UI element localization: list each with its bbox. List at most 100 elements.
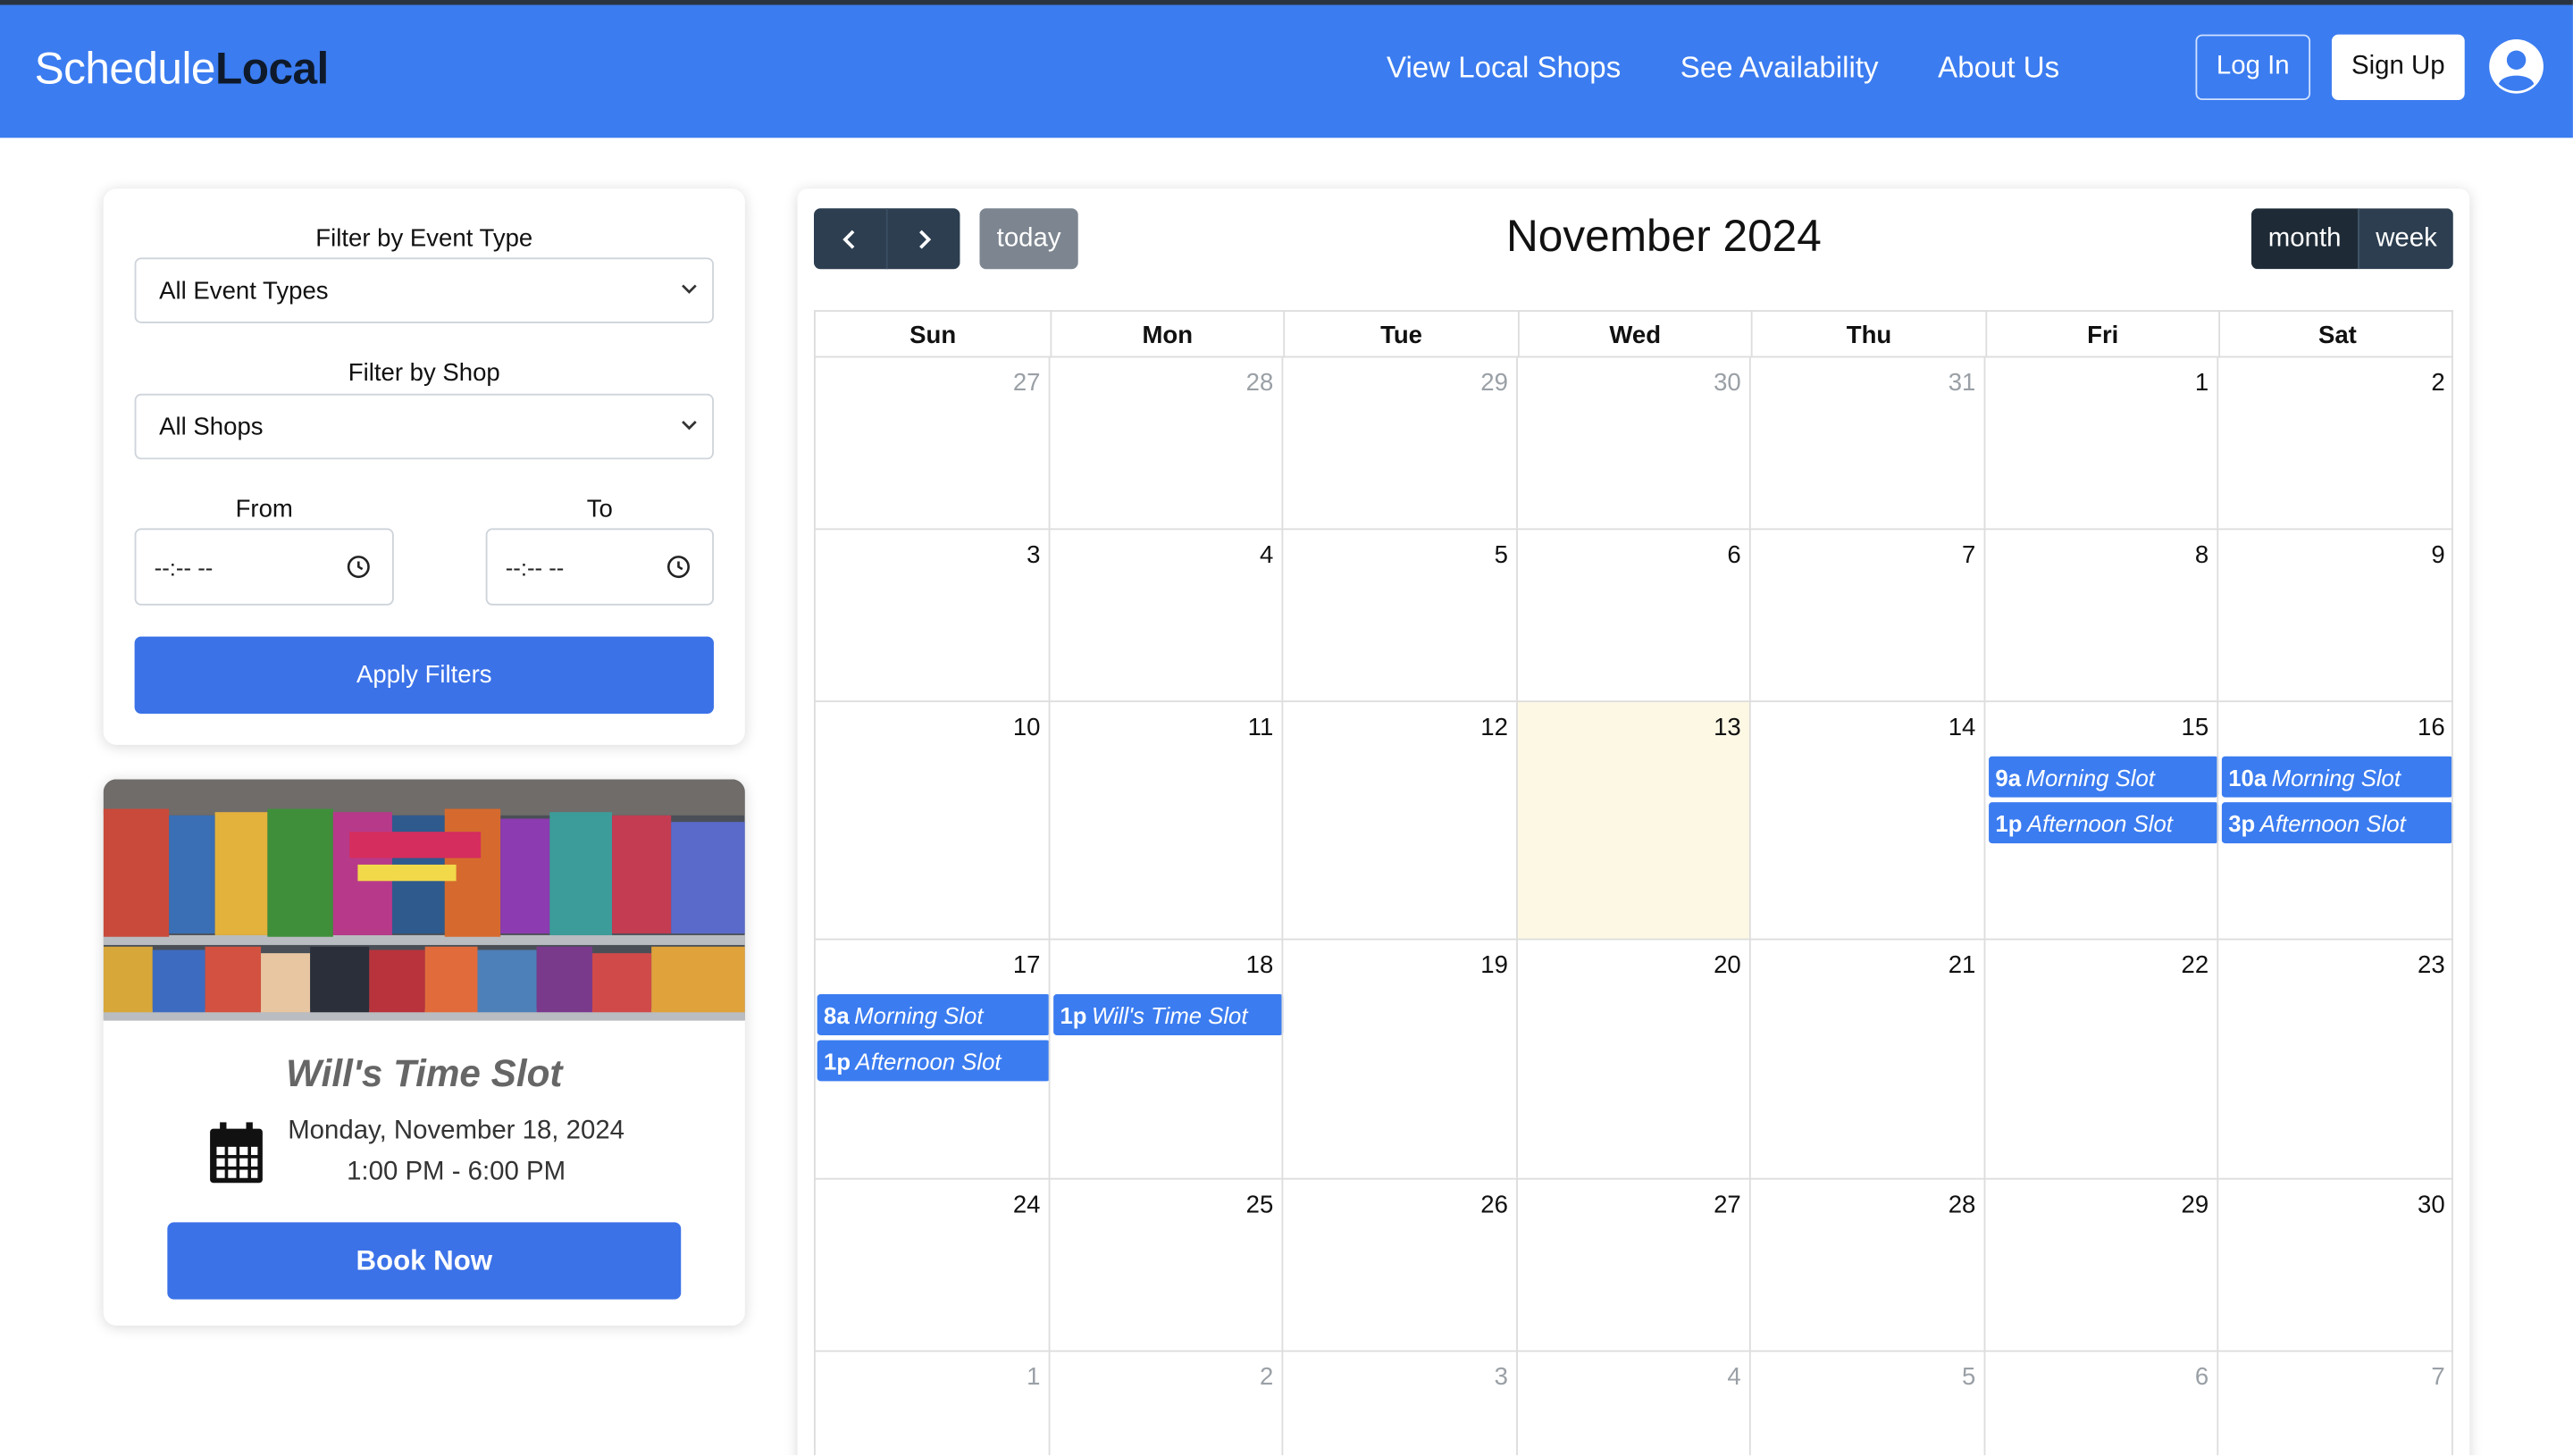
day-cell[interactable]: 4 — [1516, 1350, 1749, 1456]
day-number[interactable]: 10 — [1013, 714, 1041, 741]
day-number[interactable]: 25 — [1246, 1191, 1274, 1218]
day-number[interactable]: 1 — [1027, 1363, 1040, 1391]
day-cell[interactable]: 20 — [1516, 938, 1749, 1178]
book-now-button[interactable]: Book Now — [167, 1222, 682, 1300]
day-number[interactable]: 27 — [1714, 1191, 1741, 1218]
day-cell[interactable]: 24 — [814, 1177, 1049, 1351]
day-cell[interactable]: 26 — [1281, 1177, 1517, 1351]
day-cell[interactable]: 4 — [1048, 528, 1282, 701]
day-cell[interactable]: 22 — [1983, 938, 2217, 1178]
calendar-event[interactable]: 9a Morning Slot — [1989, 756, 2219, 798]
day-number[interactable]: 16 — [2418, 714, 2445, 741]
day-cell[interactable]: 28 — [1748, 1177, 1984, 1351]
day-number[interactable]: 22 — [2182, 951, 2209, 979]
from-time-input[interactable]: --:-- -- — [134, 528, 394, 606]
day-number[interactable]: 29 — [2182, 1191, 2209, 1218]
day-cell[interactable]: 25 — [1048, 1177, 1282, 1351]
day-number[interactable]: 28 — [1246, 369, 1274, 397]
user-circle-icon[interactable] — [2487, 38, 2544, 95]
day-cell[interactable]: 10 — [814, 700, 1049, 938]
day-number[interactable]: 19 — [1480, 951, 1508, 979]
day-cell[interactable]: 1 — [814, 1350, 1049, 1456]
day-number[interactable]: 24 — [1013, 1191, 1041, 1218]
day-cell[interactable]: 15 9a Morning Slot 1p Afternoon Slot — [1983, 700, 2219, 939]
day-number[interactable]: 15 — [2182, 714, 2209, 741]
day-cell[interactable]: 14 — [1748, 700, 1984, 939]
month-view-button[interactable]: month — [2250, 208, 2359, 270]
calendar-event[interactable]: 3p Afternoon Slot — [2221, 802, 2453, 844]
day-number[interactable]: 30 — [2418, 1191, 2445, 1218]
day-cell[interactable]: 31 — [1748, 356, 1984, 529]
day-cell[interactable]: 5 — [1281, 528, 1517, 701]
day-cell[interactable]: 27 — [1516, 1177, 1749, 1351]
calendar-event[interactable]: 1p Afternoon Slot — [1989, 802, 2219, 844]
signup-button[interactable]: Sign Up — [2331, 34, 2465, 101]
day-cell[interactable]: 6 — [1983, 1350, 2217, 1456]
day-cell[interactable]: 2 — [1048, 1350, 1282, 1456]
calendar-event[interactable]: 8a Morning Slot — [817, 994, 1051, 1035]
day-cell[interactable]: 30 — [2217, 1177, 2453, 1351]
day-number[interactable]: 27 — [1013, 369, 1041, 397]
day-cell[interactable]: 29 — [1983, 1177, 2217, 1351]
day-number[interactable]: 30 — [1714, 369, 1741, 397]
day-number[interactable]: 2 — [2431, 369, 2444, 397]
day-number[interactable]: 13 — [1714, 714, 1741, 741]
day-cell[interactable]: 29 — [1281, 356, 1517, 529]
day-number[interactable]: 7 — [2431, 1363, 2444, 1391]
day-cell[interactable]: 9 — [2217, 528, 2453, 701]
day-cell[interactable]: 11 — [1048, 700, 1282, 939]
day-cell[interactable]: 2 — [2217, 356, 2453, 529]
day-number[interactable]: 17 — [1013, 951, 1041, 979]
nav-see-availability[interactable]: See Availability — [1680, 51, 1879, 86]
day-number[interactable]: 7 — [1962, 541, 1975, 569]
day-number[interactable]: 5 — [1962, 1363, 1975, 1391]
day-cell[interactable]: 21 — [1748, 938, 1984, 1178]
day-cell[interactable]: 3 — [814, 528, 1049, 700]
day-number[interactable]: 3 — [1495, 1363, 1508, 1391]
day-number[interactable]: 3 — [1027, 541, 1040, 569]
event-type-select[interactable]: All Event Types — [134, 257, 714, 323]
day-number[interactable]: 4 — [1727, 1363, 1740, 1391]
day-number[interactable]: 23 — [2418, 951, 2445, 979]
day-number[interactable]: 12 — [1480, 714, 1508, 741]
nav-view-local-shops[interactable]: View Local Shops — [1387, 51, 1621, 86]
day-number[interactable]: 14 — [1949, 714, 1976, 741]
day-cell[interactable]: 30 — [1516, 356, 1749, 529]
day-number[interactable]: 28 — [1949, 1191, 1976, 1218]
day-cell[interactable]: 18 1p Will's Time Slot — [1048, 938, 1284, 1178]
clock-icon[interactable] — [666, 555, 691, 580]
apply-filters-button[interactable]: Apply Filters — [134, 636, 714, 714]
day-cell[interactable]: 28 — [1048, 356, 1282, 529]
week-view-button[interactable]: week — [2358, 208, 2453, 270]
day-number[interactable]: 11 — [1248, 714, 1274, 741]
day-cell[interactable]: 13 — [1516, 700, 1749, 939]
day-cell[interactable]: 5 — [1748, 1350, 1984, 1456]
day-cell[interactable]: 7 — [1748, 528, 1984, 701]
day-number[interactable]: 31 — [1949, 369, 1976, 397]
next-month-button[interactable] — [885, 208, 959, 270]
day-cell[interactable]: 16 10a Morning Slot 3p Afternoon Slot — [2217, 700, 2453, 939]
day-cell[interactable]: 12 — [1281, 700, 1517, 939]
day-cell[interactable]: 27 — [814, 356, 1049, 529]
day-number[interactable]: 26 — [1480, 1191, 1508, 1218]
day-cell[interactable]: 6 — [1516, 528, 1749, 701]
day-number[interactable]: 20 — [1714, 951, 1741, 979]
day-cell[interactable]: 19 — [1281, 938, 1517, 1178]
day-cell[interactable]: 1 — [1983, 356, 2217, 529]
day-number[interactable]: 9 — [2431, 541, 2444, 569]
day-number[interactable]: 4 — [1260, 541, 1273, 569]
day-number[interactable]: 29 — [1480, 369, 1508, 397]
day-number[interactable]: 6 — [2195, 1363, 2208, 1391]
day-number[interactable]: 18 — [1246, 951, 1274, 979]
day-cell[interactable]: 17 8a Morning Slot 1p Afternoon Slot — [814, 938, 1051, 1178]
day-number[interactable]: 6 — [1727, 541, 1740, 569]
calendar-event[interactable]: 1p Afternoon Slot — [817, 1040, 1051, 1082]
day-cell[interactable]: 7 — [2217, 1350, 2453, 1456]
clock-icon[interactable] — [347, 555, 372, 580]
day-number[interactable]: 8 — [2195, 541, 2208, 569]
day-number[interactable]: 21 — [1949, 951, 1976, 979]
day-number[interactable]: 5 — [1495, 541, 1508, 569]
day-cell[interactable]: 3 — [1281, 1350, 1517, 1456]
shop-select[interactable]: All Shops — [134, 393, 714, 460]
day-number[interactable]: 1 — [2195, 369, 2208, 397]
